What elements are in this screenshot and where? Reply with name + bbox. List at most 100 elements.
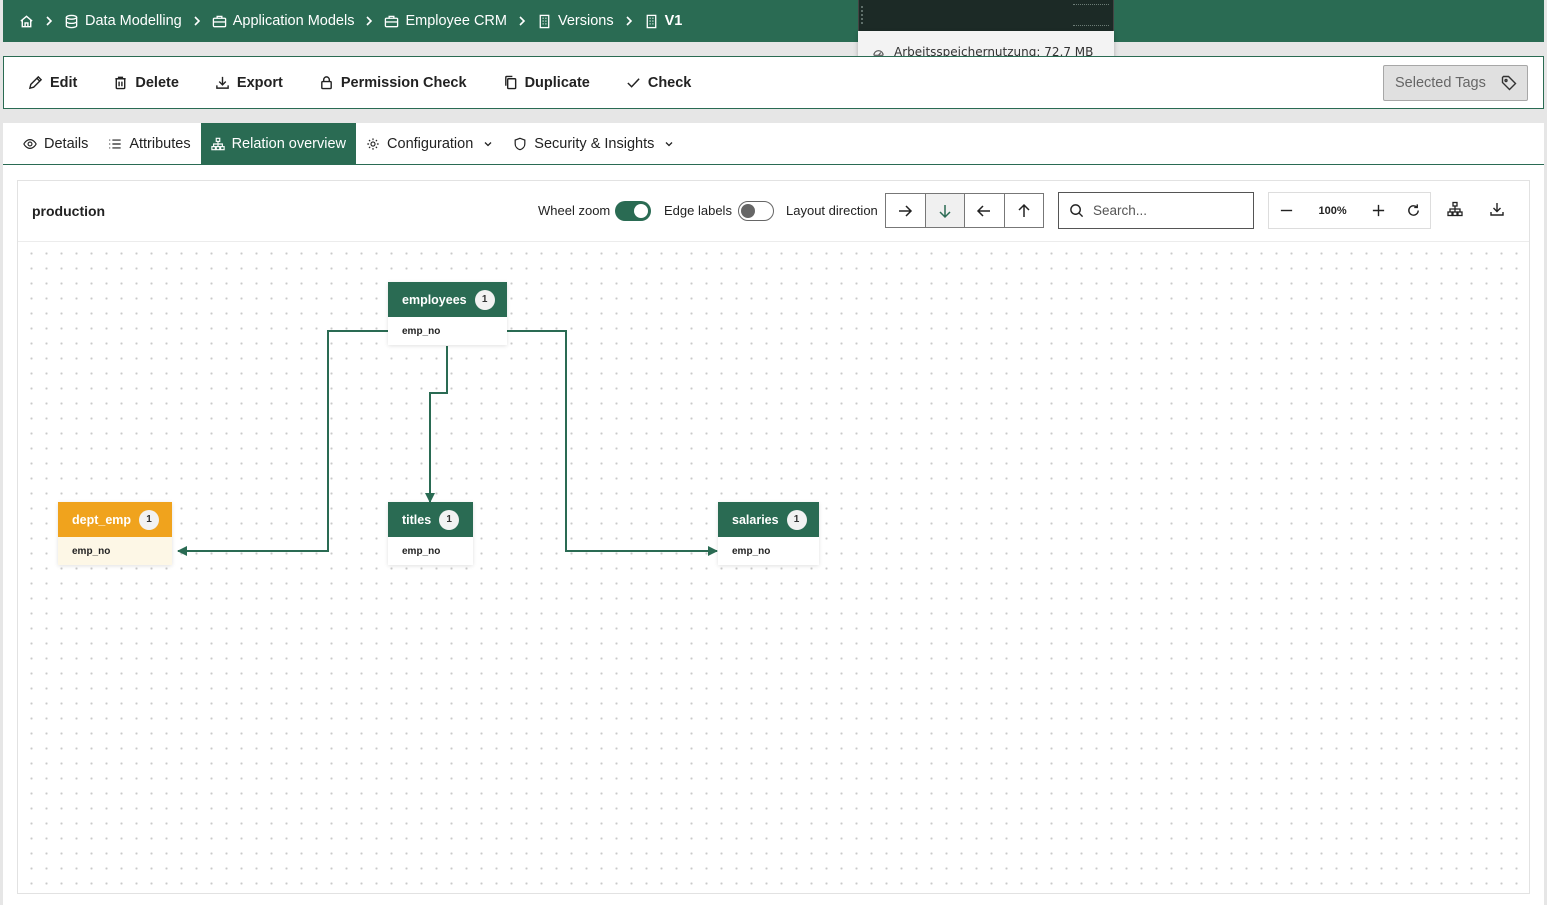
edge-labels-toggle[interactable] [738,201,774,221]
relation-edges [177,330,718,556]
node-header: salaries 1 [718,502,819,537]
schema-title: production [32,203,106,219]
breadcrumb-label: Employee CRM [405,13,507,29]
delete-button[interactable]: Delete [113,75,179,91]
reset-zoom-button[interactable] [1396,193,1430,228]
arrow-right-icon [899,204,913,217]
breadcrumb-v1[interactable]: V1 [644,13,683,29]
breadcrumb-data-modelling[interactable]: Data Modelling [64,13,182,29]
panel-header: production Wheel zoom Edge labels Layout… [18,181,1529,242]
check-button[interactable]: Check [626,74,692,91]
refresh-icon [1407,204,1419,216]
tab-attributes[interactable]: Attributes [98,123,200,164]
permission-check-button[interactable]: Permission Check [319,75,467,91]
wheel-zoom-toggle[interactable] [615,201,651,221]
preview-thumbnail [858,0,1114,31]
building-icon [646,14,656,28]
node-count-badge: 1 [474,289,495,310]
edge-employees-salaries [507,330,718,556]
selected-tags-field[interactable]: Selected Tags [1383,65,1528,101]
entity-node-titles[interactable]: titles 1 emp_no [388,502,473,565]
shield-icon [514,137,526,150]
relation-canvas[interactable]: employees 1 emp_no dept_emp 1 emp_no tit… [18,242,1529,893]
download-icon [1490,203,1504,216]
export-button[interactable]: Export [215,75,283,91]
node-name: employees [402,292,467,307]
tab-configuration[interactable]: Configuration [356,123,503,164]
tab-label: Details [44,135,89,152]
list-icon [109,138,122,149]
entity-node-dept-emp[interactable]: dept_emp 1 emp_no [58,502,172,565]
breadcrumb-versions[interactable]: Versions [537,13,614,29]
zoom-in-button[interactable] [1360,193,1396,228]
node-header: titles 1 [388,502,473,537]
tab-label: Attributes [129,135,191,152]
layout-right-button[interactable] [886,194,926,227]
chevron-right-icon [516,15,528,27]
home-icon [20,14,33,27]
zoom-controls: 100% [1268,192,1431,229]
lock-icon [320,76,332,90]
chevron-down-icon [484,141,492,146]
pencil-icon [28,75,43,90]
search-icon [1070,204,1084,218]
breadcrumb: Data Modelling Application Models Employ… [3,0,1544,42]
tab-security-insights[interactable]: Security & Insights [503,123,684,164]
breadcrumb-label: Versions [557,13,614,29]
node-header: employees 1 [388,282,507,317]
node-count-badge: 1 [439,509,460,530]
search-input[interactable] [1093,203,1243,218]
edge-employees-dept-emp [177,330,388,556]
layout-down-button[interactable] [925,194,965,227]
breadcrumb-application-models[interactable]: Application Models [212,13,355,29]
wheel-zoom-label: Wheel zoom [538,203,611,218]
edit-button[interactable]: Edit [28,75,77,91]
zoom-out-button[interactable] [1269,193,1305,228]
breadcrumb-label: V1 [664,13,683,29]
download-diagram-button[interactable] [1489,201,1507,219]
download-icon [216,76,229,89]
arrow-down-icon [939,204,951,218]
permission-check-label: Permission Check [340,74,467,91]
layout-left-button[interactable] [965,194,1005,227]
node-header: dept_emp 1 [58,502,172,537]
breadcrumb-label: Application Models [232,13,355,29]
export-label: Export [236,74,283,91]
hierarchy-icon [1447,201,1463,217]
chevron-right-icon [363,15,375,27]
tab-label: Security & Insights [534,135,655,152]
arrow-up-icon [1018,203,1030,217]
trash-icon [115,76,127,90]
tab-label: Configuration [387,135,474,152]
hierarchy-icon [210,137,225,150]
home-link[interactable] [19,14,34,29]
layout-up-button[interactable] [1005,194,1044,227]
tab-bar: Details Attributes Relation overview Con… [3,123,1544,165]
tab-details[interactable]: Details [13,123,98,164]
auto-layout-button[interactable] [1447,201,1465,219]
content-area: production Wheel zoom Edge labels Layout… [3,165,1544,905]
relation-panel: production Wheel zoom Edge labels Layout… [17,180,1530,894]
entity-node-salaries[interactable]: salaries 1 emp_no [718,502,819,565]
selected-tags-label: Selected Tags [1395,75,1486,91]
building-icon [539,14,550,28]
node-count-badge: 1 [786,509,807,530]
duplicate-label: Duplicate [524,74,590,91]
layout-direction-label: Layout direction [786,203,878,218]
duplicate-button[interactable]: Duplicate [503,75,590,91]
edit-label: Edit [50,74,78,91]
entity-node-employees[interactable]: employees 1 emp_no [388,282,507,345]
database-icon [65,14,78,28]
check-label: Check [647,74,692,91]
chevron-right-icon [43,15,55,27]
tag-icon [1501,75,1517,91]
gear-icon [367,137,379,150]
breadcrumb-employee-crm[interactable]: Employee CRM [384,13,507,29]
edge-employees-titles [425,346,448,503]
search-box [1058,192,1254,229]
node-field: emp_no [58,537,172,565]
tab-relation-overview[interactable]: Relation overview [200,123,357,164]
eye-icon [23,138,37,149]
chevron-right-icon [623,15,635,27]
layout-direction-group [885,193,1044,228]
